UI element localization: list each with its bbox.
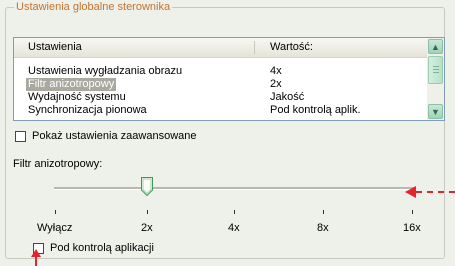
tick-label-8x: 8x [317,222,329,234]
list-item-name: Ustawienia wygładzania obrazu [28,65,183,77]
tick-label-4x: 4x [228,222,240,234]
list-item-name: Synchronizacja pionowa [28,104,147,116]
list-item-value: Jakość [270,91,305,103]
triangle-up-icon: ▲ [431,41,440,52]
annotation-arrow-icon [405,186,416,198]
list-item-value: Pod kontrolą aplik. [270,104,361,116]
annotation-arrow-vertical-line [35,256,37,266]
scrollbar-thumb[interactable] [428,56,443,84]
scroll-up-button[interactable]: ▲ [428,39,443,54]
anisotropic-slider-track[interactable] [54,187,414,190]
list-item[interactable]: Ustawienia wygładzania obrazu 4x [14,65,429,78]
list-item-value: 2x [270,78,282,90]
slider-tick [412,210,413,214]
slider-thumb[interactable] [141,177,153,196]
tick-label-2x: 2x [141,222,153,234]
settings-list[interactable]: Ustawienia Wartość: Ustawienia wygładzan… [13,37,445,121]
group-title: Ustawienia globalne sterownika [14,1,173,13]
column-header-settings[interactable]: Ustawienia [28,41,82,53]
list-item[interactable]: Synchronizacja pionowa Pod kontrolą apli… [14,104,429,117]
scroll-down-button[interactable]: ▼ [428,104,443,119]
vertical-scrollbar[interactable]: ▲ ▼ [427,38,444,120]
annotation-arrow-line [416,191,455,193]
slider-tick [55,210,56,214]
triangle-down-icon: ▼ [431,106,440,117]
show-advanced-label[interactable]: Pokaż ustawienia zaawansowane [32,130,197,142]
list-item-selected[interactable]: Filtr anizotropowy 2x [14,78,429,91]
list-header: Ustawienia Wartość: [14,38,429,58]
column-separator[interactable] [254,41,255,54]
show-advanced-checkbox[interactable] [15,131,26,142]
app-control-label[interactable]: Pod kontrolą aplikacji [50,242,154,254]
slider-tick [147,210,148,214]
column-header-value[interactable]: Wartość: [270,41,313,53]
list-item-name: Wydajność systemu [28,91,126,103]
slider-label: Filtr anizotropowy: [13,158,103,170]
slider-tick [323,210,324,214]
list-item[interactable]: Wydajność systemu Jakość [14,91,429,104]
list-item-name: Filtr anizotropowy [26,78,117,91]
slider-tick [234,210,235,214]
tick-label-off: Wyłącz [37,222,73,234]
tick-label-16x: 16x [403,222,421,234]
list-item-value: 4x [270,65,282,77]
